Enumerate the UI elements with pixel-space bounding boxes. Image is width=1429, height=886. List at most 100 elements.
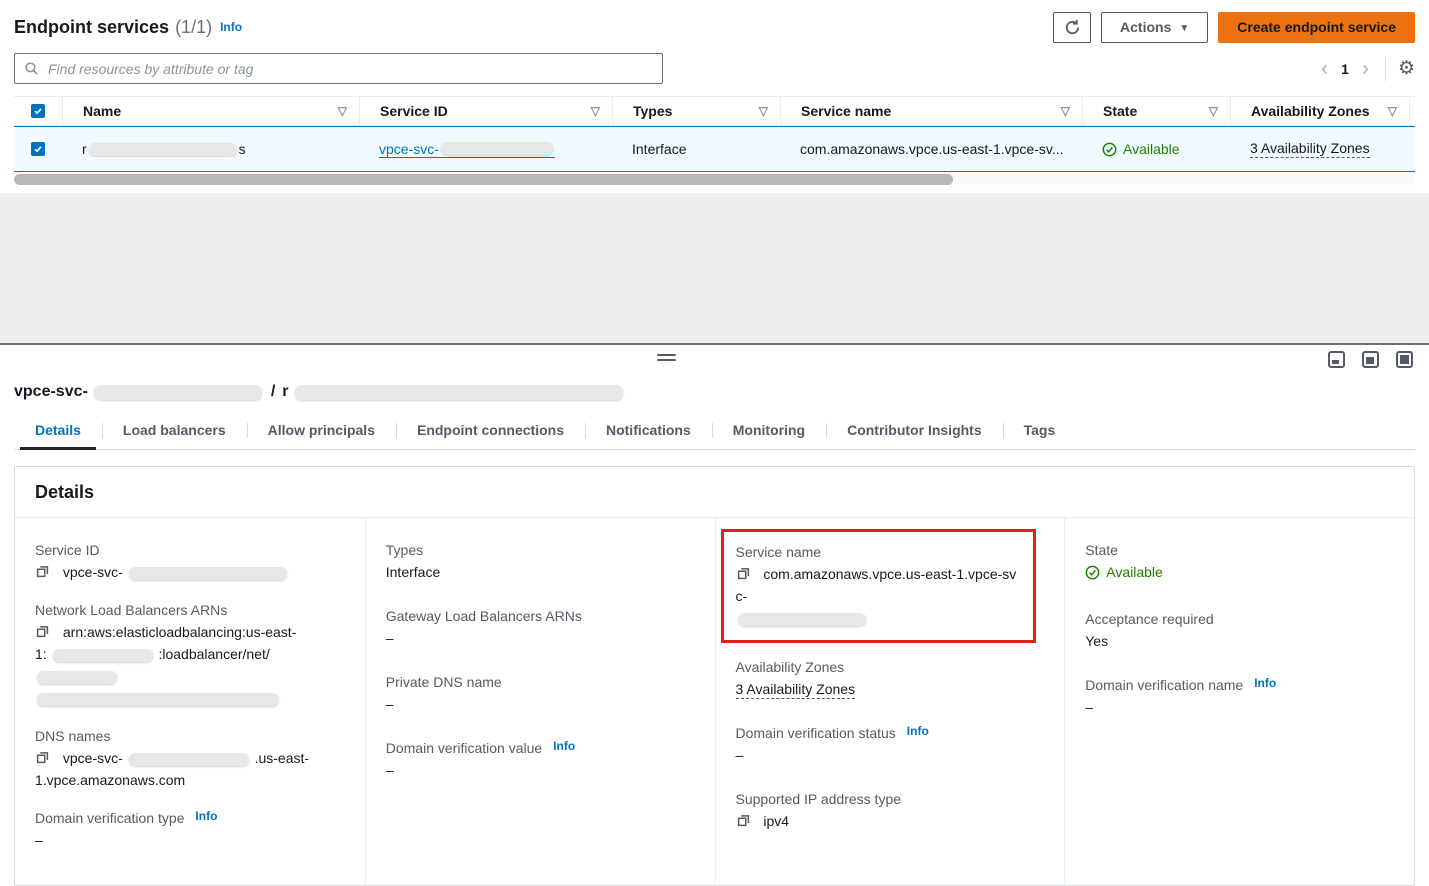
check-circle-icon: [1102, 142, 1117, 157]
state-badge: Available: [1102, 141, 1180, 157]
copy-icon[interactable]: [35, 750, 50, 765]
check-icon: [33, 144, 43, 154]
availability-zones-popover-link[interactable]: 3 Availability Zones: [1250, 140, 1370, 158]
column-header-name[interactable]: Name ▽: [62, 97, 359, 125]
details-column-2: Types Interface Gateway Load Balancers A…: [365, 518, 715, 885]
check-icon: [33, 106, 43, 116]
content-background: [0, 193, 1429, 343]
column-header-service-id[interactable]: Service ID ▽: [359, 97, 612, 125]
column-header-availability-zones[interactable]: Availability Zones ▽: [1230, 97, 1409, 125]
tab-endpoint-connections[interactable]: Endpoint connections: [396, 414, 585, 449]
redacted-name: [89, 143, 237, 156]
sort-icon[interactable]: ▽: [591, 104, 600, 118]
tab-contributor-insights[interactable]: Contributor Insights: [826, 414, 1003, 449]
table-header-row: Name ▽ Service ID ▽ Types ▽ Service name…: [14, 96, 1415, 126]
service-name-highlight-box: Service name com.amazonaws.vpce.us-east-…: [721, 529, 1037, 643]
current-page[interactable]: 1: [1334, 61, 1356, 77]
horizontal-scrollbar[interactable]: [14, 174, 1415, 185]
tab-monitoring[interactable]: Monitoring: [712, 414, 826, 449]
panel-tabs: Details Load balancers Allow principals …: [14, 414, 1415, 450]
table-toolbar: ‹ 1 › ⚙: [14, 53, 1415, 84]
tab-allow-principals[interactable]: Allow principals: [247, 414, 396, 449]
scrollbar-thumb[interactable]: [14, 174, 953, 185]
select-all-checkbox[interactable]: [31, 104, 45, 118]
row-availability-zones-cell: 3 Availability Zones: [1230, 140, 1409, 158]
row-name-cell: r s: [62, 141, 359, 157]
field-domain-verification-type: Domain verification type Info –: [35, 807, 345, 851]
column-header-service-name[interactable]: Service name ▽: [780, 97, 1082, 125]
field-supported-ip-address-type: Supported IP address type ipv4: [736, 788, 1045, 832]
prev-page-button[interactable]: ‹: [1315, 58, 1334, 79]
next-page-button[interactable]: ›: [1356, 58, 1375, 79]
row-checkbox[interactable]: [31, 142, 45, 156]
panel-size-small-icon[interactable]: [1328, 351, 1345, 368]
split-panel: vpce-svc- / r Details Load balancers All…: [0, 343, 1429, 886]
row-state-cell: Available: [1082, 141, 1230, 157]
row-types-cell: Interface: [612, 141, 780, 157]
field-domain-verification-value: Domain verification value Info –: [386, 737, 695, 781]
split-panel-size-controls: [1328, 351, 1413, 368]
details-card: Details Service ID vpce-svc- N: [14, 466, 1415, 886]
create-endpoint-service-button[interactable]: Create endpoint service: [1218, 12, 1415, 43]
tab-details[interactable]: Details: [14, 414, 102, 449]
details-column-3: Service name com.amazonaws.vpce.us-east-…: [715, 518, 1065, 885]
panel-size-medium-icon[interactable]: [1362, 351, 1379, 368]
copy-icon[interactable]: [35, 624, 50, 639]
info-link[interactable]: Info: [907, 720, 929, 742]
redacted-dns-id: [129, 753, 249, 766]
redacted-service-id: [441, 142, 553, 155]
tab-load-balancers[interactable]: Load balancers: [102, 414, 247, 449]
details-column-1: Service ID vpce-svc- Network Load Balanc…: [15, 518, 365, 885]
check-circle-icon: [1085, 565, 1100, 580]
service-id-link[interactable]: vpce-svc-: [379, 141, 555, 158]
field-service-id: Service ID vpce-svc-: [35, 539, 345, 583]
field-service-name: Service name com.amazonaws.vpce.us-east-…: [736, 541, 1022, 629]
actions-button-label: Actions: [1120, 19, 1171, 35]
sort-icon[interactable]: ▽: [1061, 104, 1070, 118]
redacted-service-id-value: [129, 567, 287, 580]
refresh-button[interactable]: [1053, 12, 1091, 43]
panel-title: vpce-svc- / r: [14, 383, 1415, 401]
field-dns-names: DNS names vpce-svc- .us-east- 1.vpce.ama…: [35, 725, 345, 791]
sort-icon[interactable]: ▽: [1388, 104, 1397, 118]
copy-icon[interactable]: [736, 813, 751, 828]
column-header-state[interactable]: State ▽: [1082, 97, 1230, 125]
redacted-lb-id: [37, 693, 279, 706]
resource-count: (1/1): [175, 17, 212, 38]
field-domain-verification-name: Domain verification name Info –: [1085, 674, 1394, 718]
field-private-dns-name: Private DNS name –: [386, 671, 695, 715]
search-box[interactable]: [14, 53, 663, 84]
info-link[interactable]: Info: [553, 735, 575, 757]
details-card-heading: Details: [15, 467, 1414, 518]
sort-icon[interactable]: ▽: [759, 104, 768, 118]
page-title: Endpoint services (1/1) Info: [14, 17, 242, 38]
column-header-types[interactable]: Types ▽: [612, 97, 780, 125]
state-badge: Available: [1085, 561, 1163, 583]
tab-tags[interactable]: Tags: [1003, 414, 1077, 449]
field-gwlb-arns: Gateway Load Balancers ARNs –: [386, 605, 695, 649]
sort-icon[interactable]: ▽: [338, 104, 347, 118]
actions-button[interactable]: Actions ▼: [1101, 12, 1208, 43]
info-link[interactable]: Info: [195, 805, 217, 827]
field-nlb-arns: Network Load Balancers ARNs arn:aws:elas…: [35, 599, 345, 709]
availability-zones-popover-link[interactable]: 3 Availability Zones: [736, 681, 856, 699]
info-link[interactable]: Info: [1254, 672, 1276, 694]
redacted-panel-service-name: [295, 385, 623, 400]
field-domain-verification-status: Domain verification status Info –: [736, 722, 1045, 766]
split-panel-drag-handle[interactable]: [657, 354, 676, 361]
tab-notifications[interactable]: Notifications: [585, 414, 712, 449]
page-info-link[interactable]: Info: [220, 20, 242, 34]
copy-icon[interactable]: [35, 564, 50, 579]
preferences-gear-icon[interactable]: ⚙: [1398, 59, 1415, 78]
search-input[interactable]: [46, 60, 653, 78]
search-icon: [24, 61, 39, 76]
column-header-acceptance-partial[interactable]: A: [1409, 97, 1429, 125]
panel-size-large-icon[interactable]: [1396, 351, 1413, 368]
row-service-id-cell: vpce-svc-: [359, 141, 612, 158]
copy-icon[interactable]: [736, 566, 751, 581]
sort-icon[interactable]: ▽: [1209, 104, 1218, 118]
toolbar-divider: [1385, 57, 1386, 81]
redacted-lb-name: [37, 671, 117, 684]
table-row[interactable]: r s vpce-svc- Interface com.amazonaws.vp…: [14, 126, 1415, 172]
select-all-cell: [31, 97, 45, 125]
